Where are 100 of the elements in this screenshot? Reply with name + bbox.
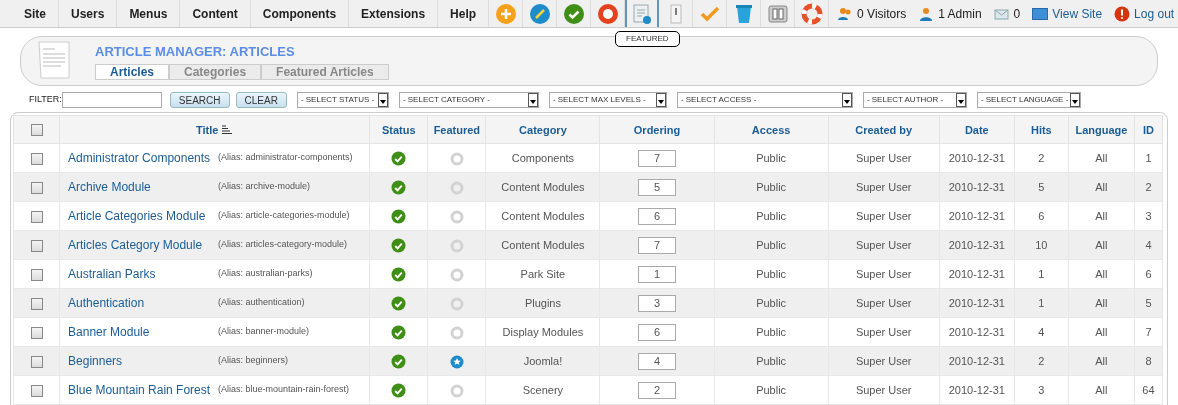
ordering-field[interactable]: 6: [638, 323, 677, 341]
id-text: 5: [1145, 296, 1152, 309]
hits-text: 2: [1038, 354, 1045, 367]
check-icon[interactable]: [391, 180, 407, 196]
ordering-field[interactable]: 6: [638, 207, 677, 225]
access-text: Public: [756, 209, 787, 222]
filter-field[interactable]: [61, 92, 162, 108]
alias-text: (Alias: article-categories-module): [218, 209, 350, 223]
id-text: 3: [1145, 209, 1152, 222]
alias-text: (Alias: australian-parks): [218, 267, 313, 281]
article-link[interactable]: Article Categories Module: [68, 207, 219, 225]
lifebuoy-icon: [800, 2, 823, 25]
header-link[interactable]: View Site: [1052, 4, 1103, 23]
menu-item[interactable]: Content: [180, 0, 251, 27]
article-link[interactable]: Beginners: [68, 352, 219, 370]
select-dropdown[interactable]: - SELECT AUTHOR -: [862, 92, 967, 108]
menu-item[interactable]: Components: [250, 0, 350, 27]
checkbox[interactable]: [30, 181, 43, 194]
article-link[interactable]: Authentication: [68, 294, 219, 312]
caret-icon: [955, 93, 966, 107]
author-text: Super User: [855, 209, 912, 222]
select-dropdown[interactable]: - SELECT STATUS -: [296, 92, 389, 108]
menu-item[interactable]: Menus: [117, 0, 181, 27]
ordering-field[interactable]: 4: [638, 352, 677, 370]
author-text: Super User: [855, 354, 912, 367]
column-header[interactable]: Date: [964, 121, 989, 138]
ordering-field[interactable]: 2: [638, 381, 677, 399]
author-text: Super User: [855, 151, 912, 164]
exclamation-icon: [1114, 5, 1131, 22]
select-dropdown[interactable]: - SELECT ACCESS -: [676, 92, 853, 108]
check-icon[interactable]: [391, 325, 407, 341]
caret-icon: [655, 93, 666, 107]
menu-item[interactable]: Users: [59, 0, 118, 27]
select-dropdown[interactable]: - SELECT MAX LEVELS -: [548, 92, 667, 108]
id-text: 64: [1142, 383, 1155, 396]
menu-item[interactable]: Help: [438, 0, 490, 27]
checkbox[interactable]: [30, 152, 43, 165]
alias-text: (Alias: blue-mountain-rain-forest): [218, 383, 350, 397]
caret-icon: [527, 93, 538, 107]
language-text: All: [1095, 383, 1108, 396]
checkbox[interactable]: [30, 268, 43, 281]
hits-text: 5: [1038, 180, 1045, 193]
checkbox[interactable]: [30, 355, 43, 368]
checkbox[interactable]: [30, 239, 43, 252]
column-header[interactable]: Title: [195, 121, 219, 138]
checkbox[interactable]: [30, 326, 43, 339]
tooltip: FEATURED: [615, 31, 680, 47]
category-text: Display Modules: [502, 325, 584, 338]
document-icon: [37, 40, 73, 82]
check-icon[interactable]: [391, 238, 407, 254]
ordering-field[interactable]: 3: [638, 294, 677, 312]
author-text: Super User: [855, 238, 912, 251]
ordering-field[interactable]: 7: [638, 236, 677, 254]
id-text: 1: [1145, 151, 1152, 164]
date-text: 2010-12-31: [948, 325, 1005, 338]
menu-item[interactable]: Extensions: [349, 0, 439, 27]
language-text: All: [1095, 296, 1108, 309]
clear-button[interactable]: CLEAR: [235, 92, 287, 108]
article-link[interactable]: Articles Category Module: [68, 236, 219, 254]
tab[interactable]: Articles: [95, 64, 170, 81]
user-icon: [918, 5, 935, 22]
status-text: 0 Visitors: [857, 5, 907, 23]
envelope-icon: [993, 6, 1010, 21]
search-button[interactable]: SEARCH: [169, 92, 230, 108]
checkbox[interactable]: [30, 384, 43, 397]
ordering-field[interactable]: 7: [638, 149, 677, 167]
filter-label: FILTER:: [29, 93, 62, 107]
date-text: 2010-12-31: [948, 238, 1005, 251]
access-text: Public: [756, 383, 787, 396]
header-link[interactable]: Log out: [1134, 4, 1175, 23]
check-icon[interactable]: [391, 296, 407, 312]
date-text: 2010-12-31: [948, 296, 1005, 309]
select-dropdown[interactable]: - SELECT LANGUAGE -: [976, 92, 1081, 108]
ordering-field[interactable]: 5: [638, 178, 677, 196]
alias-text: (Alias: administrator-components): [218, 151, 353, 165]
plus-icon: [494, 2, 517, 25]
article-link[interactable]: Banner Module: [68, 323, 219, 341]
id-text: 8: [1145, 354, 1152, 367]
language-text: All: [1095, 267, 1108, 280]
check-icon[interactable]: [391, 383, 407, 399]
checkbox[interactable]: [30, 210, 43, 223]
article-link[interactable]: Australian Parks: [68, 265, 219, 283]
check-icon[interactable]: [391, 267, 407, 283]
hits-text: 2: [1038, 151, 1045, 164]
article-link[interactable]: Administrator Components: [68, 149, 219, 167]
check-icon[interactable]: [391, 209, 407, 225]
checkbox[interactable]: [30, 297, 43, 310]
select-dropdown[interactable]: - SELECT CATEGORY -: [398, 92, 539, 108]
checkbox[interactable]: [30, 124, 43, 137]
check-icon[interactable]: [391, 151, 407, 167]
ordering-field[interactable]: 1: [638, 265, 677, 283]
language-text: All: [1095, 238, 1108, 251]
check-icon[interactable]: [391, 354, 407, 370]
date-text: 2010-12-31: [948, 354, 1005, 367]
article-link[interactable]: Blue Mountain Rain Forest: [68, 381, 219, 399]
article-link[interactable]: Archive Module: [68, 178, 219, 196]
language-text: All: [1095, 354, 1108, 367]
language-text: All: [1095, 209, 1108, 222]
access-text: Public: [756, 180, 787, 193]
menu-item[interactable]: Site: [12, 0, 59, 27]
